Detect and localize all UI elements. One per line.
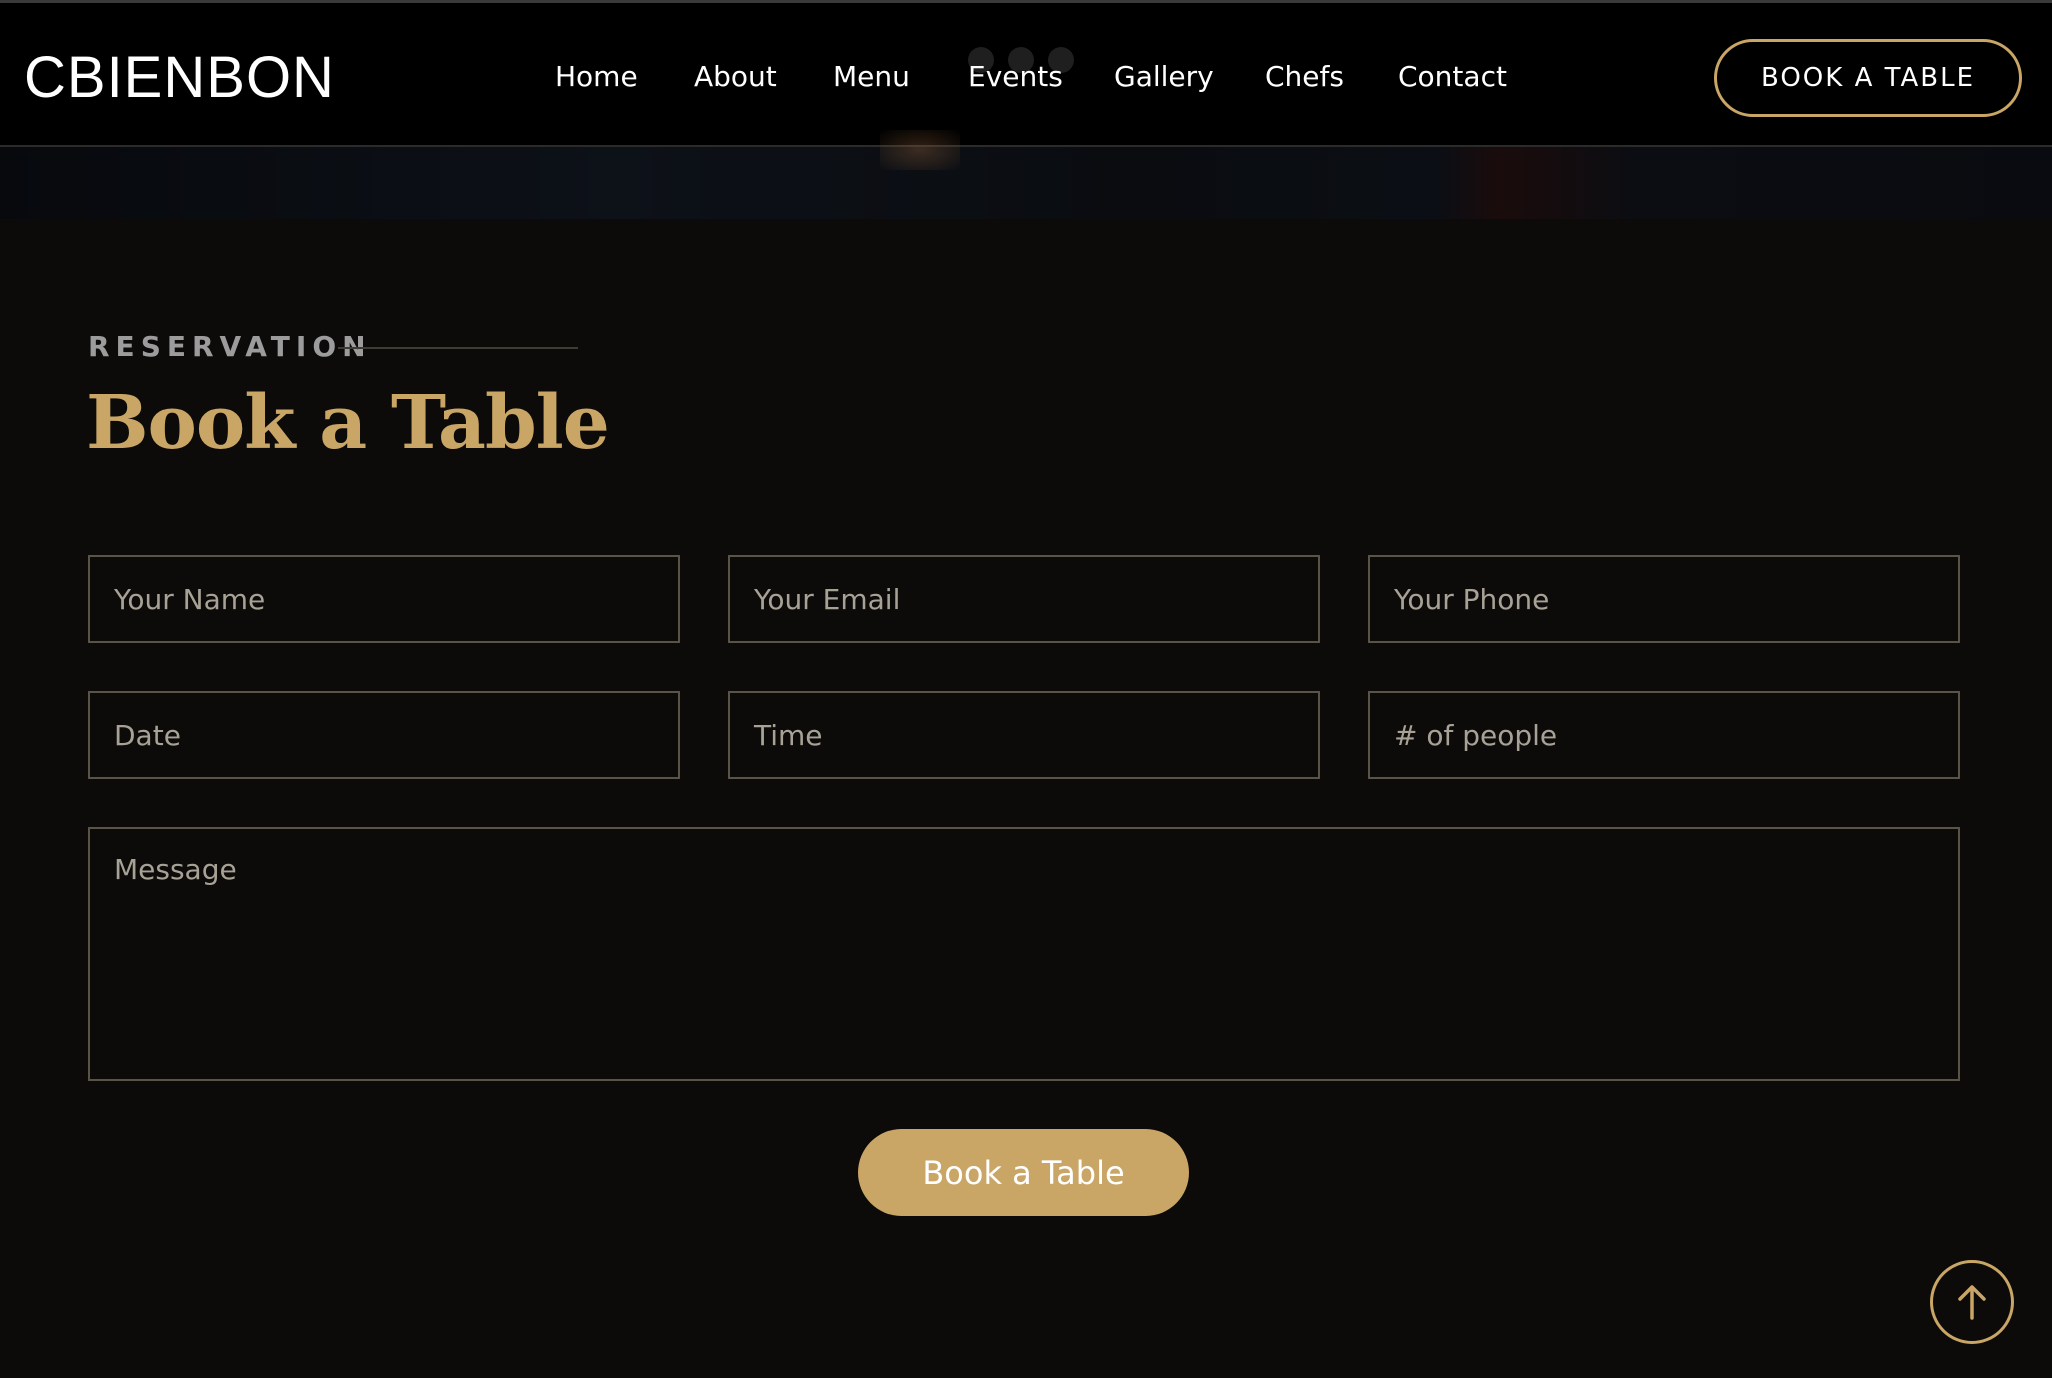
hero-image-strip [0, 147, 2052, 219]
nav-item-menu[interactable]: Menu [833, 57, 910, 97]
nav-item-about[interactable]: About [694, 57, 777, 97]
date-input[interactable]: Date [88, 691, 680, 779]
nav-item-events[interactable]: Events [968, 57, 1063, 97]
section-eyebrow: RESERVATION [88, 330, 372, 363]
scroll-top-button[interactable] [1930, 1260, 2052, 1348]
name-input[interactable]: Your Name [88, 555, 680, 643]
nav-item-gallery[interactable]: Gallery [1114, 57, 1214, 97]
people-input[interactable]: # of people [1368, 691, 1960, 779]
section-title: Book a Table [86, 380, 610, 466]
nav-item-home[interactable]: Home [555, 57, 638, 97]
book-table-submit-button[interactable]: Book a Table [858, 1129, 1189, 1216]
nav-item-chefs[interactable]: Chefs [1265, 57, 1344, 97]
name-input-placeholder: Your Name [114, 582, 266, 616]
date-input-placeholder: Date [114, 718, 181, 752]
arrow-up-icon [1958, 1285, 1986, 1320]
email-input-placeholder: Your Email [754, 582, 901, 616]
email-input[interactable]: Your Email [728, 555, 1320, 643]
message-textarea-placeholder: Message [114, 853, 237, 886]
nav-item-contact[interactable]: Contact [1398, 57, 1507, 97]
people-input-placeholder: # of people [1394, 718, 1558, 752]
eyebrow-divider [338, 347, 578, 349]
time-input-placeholder: Time [754, 718, 823, 752]
phone-input-placeholder: Your Phone [1394, 582, 1550, 616]
phone-input[interactable]: Your Phone [1368, 555, 1960, 643]
book-table-header-button[interactable]: BOOK A TABLE [1714, 39, 2022, 117]
hero-light-glow [880, 130, 960, 170]
scroll-top-circle[interactable] [1930, 1260, 2014, 1344]
site-header: CBIENBON Home About Menu Events Gallery … [0, 0, 2052, 147]
time-input[interactable]: Time [728, 691, 1320, 779]
message-textarea[interactable]: Message [88, 827, 1960, 1081]
